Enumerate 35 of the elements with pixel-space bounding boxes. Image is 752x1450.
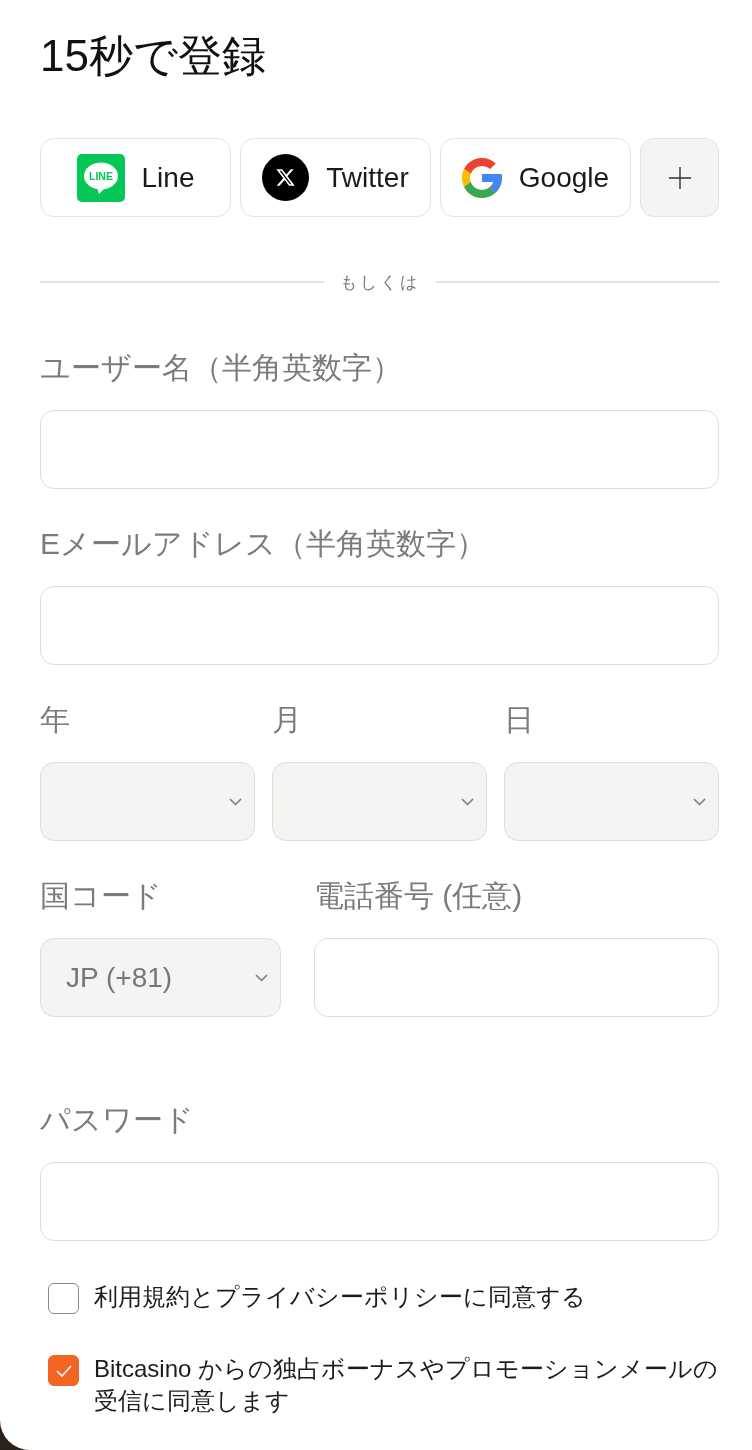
field-label: パスワード — [40, 1102, 195, 1138]
twitter-login-button[interactable]: Twitter — [240, 138, 431, 217]
plus-icon — [668, 166, 691, 189]
more-options-button[interactable] — [640, 138, 719, 217]
page-title: 15秒で登録 — [40, 32, 267, 80]
dropdown-field[interactable] — [504, 762, 719, 841]
x-logo-icon — [262, 154, 310, 201]
field-label: Eメールアドレス（半角英数字） — [40, 526, 487, 562]
line-login-button[interactable]: LINE Line — [40, 138, 231, 217]
field-label: ユーザー名（半角英数字） — [40, 350, 403, 386]
chevron-down-icon — [461, 797, 474, 806]
chevron-down-icon — [693, 797, 706, 806]
field-label: 年 — [40, 702, 71, 738]
field-label: 日 — [504, 702, 535, 738]
google-g-logo-icon — [461, 157, 502, 198]
divider-text: もしくは — [339, 271, 420, 294]
checkmark-icon — [55, 1364, 72, 1377]
field-label: 月 — [272, 702, 303, 738]
dropdown-field[interactable] — [272, 762, 487, 841]
chat-bubble-logo-icon: LINE — [76, 153, 125, 202]
google-login-button[interactable]: Google — [440, 138, 631, 217]
input-field[interactable] — [40, 1162, 719, 1241]
field-label: 電話番号 (任意) — [314, 878, 524, 914]
checkbox[interactable] — [48, 1355, 79, 1386]
dropdown-field[interactable] — [40, 762, 255, 841]
chevron-down-icon — [229, 797, 242, 806]
dropdown-field[interactable]: JP (+81) — [40, 938, 281, 1017]
checkbox[interactable] — [48, 1283, 79, 1314]
field-label: 国コード — [40, 878, 163, 914]
input-field[interactable] — [40, 410, 719, 489]
input-field[interactable] — [40, 586, 719, 665]
chevron-down-icon — [255, 973, 268, 982]
input-field[interactable] — [314, 938, 719, 1017]
consent-text: 利用規約とプライバシーポリシーに同意する — [94, 1282, 587, 1312]
consent-text: Bitcasino からの独占ボーナスやプロモーションメールの受信に同意します — [94, 1354, 719, 1416]
